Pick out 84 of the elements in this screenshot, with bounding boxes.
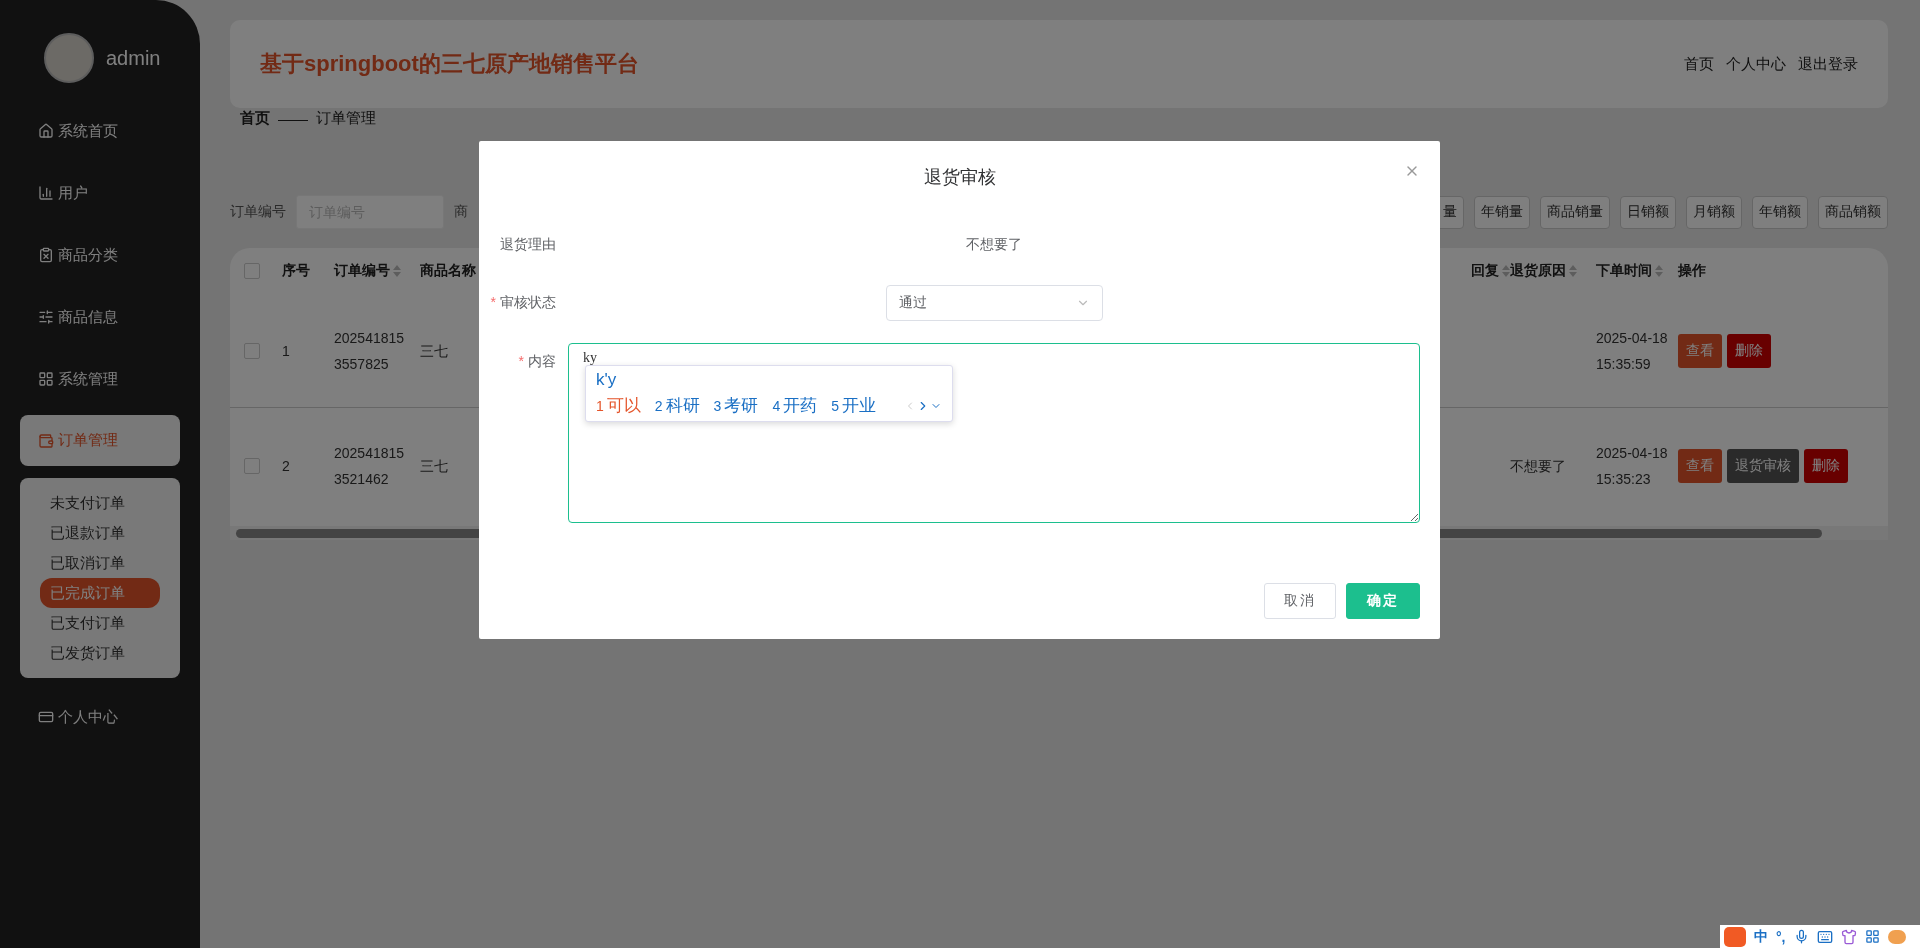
- sort-icon[interactable]: [1655, 265, 1663, 277]
- stats-button[interactable]: 商品销量: [1540, 195, 1610, 229]
- action-button[interactable]: 查看: [1678, 333, 1722, 368]
- table-cell-text: 2: [282, 457, 291, 476]
- breadcrumb-home[interactable]: 首页: [240, 108, 270, 128]
- action-button[interactable]: 删除: [1727, 333, 1771, 368]
- submenu-item[interactable]: 已发货订单: [40, 638, 160, 668]
- column-header[interactable]: 操作: [1678, 262, 1888, 280]
- sidebar-item[interactable]: 系统首页: [0, 100, 200, 162]
- home-icon: [38, 123, 54, 139]
- user-name: admin: [106, 46, 161, 70]
- field-label: 订单编号: [230, 203, 286, 221]
- ime-candidate[interactable]: 4 开药: [772, 394, 818, 417]
- column-header[interactable]: 下单时间: [1596, 262, 1678, 280]
- sidebar-item[interactable]: 系统管理: [0, 348, 200, 410]
- action-button[interactable]: 查看: [1678, 449, 1722, 483]
- stats-button[interactable]: 商品销额: [1818, 195, 1888, 229]
- stats-button[interactable]: 日销额: [1620, 195, 1676, 229]
- table-cell-text: 三七: [420, 457, 449, 476]
- stats-button[interactable]: 年销量: [1474, 195, 1530, 229]
- ime-candidate[interactable]: 5 开业: [831, 394, 876, 417]
- stats-button[interactable]: 年销额: [1752, 195, 1808, 229]
- punctuation-toggle[interactable]: °,: [1776, 928, 1786, 945]
- action-button[interactable]: 退货审核: [1727, 449, 1799, 483]
- table-cell-text: 不想要了: [1510, 457, 1567, 476]
- ime-candidate[interactable]: 1 可以: [596, 394, 641, 417]
- ime-candidate[interactable]: 3 考研: [713, 394, 759, 417]
- sidebar-item[interactable]: 商品分类: [0, 224, 200, 286]
- table-cell-text: 1: [282, 341, 291, 361]
- stats-button[interactable]: 月销额: [1686, 195, 1742, 229]
- ime-composition: k'y: [596, 370, 618, 391]
- sort-icon[interactable]: [1502, 265, 1510, 277]
- status-select[interactable]: 通过: [885, 285, 1103, 321]
- column-header[interactable]: 序号: [282, 262, 334, 280]
- column-header[interactable]: 回复: [1420, 262, 1510, 280]
- checkbox[interactable]: [244, 342, 260, 359]
- form-label: * 审核状态: [489, 294, 557, 312]
- form-value: 不想要了: [966, 236, 1022, 254]
- cancel-button[interactable]: 取消: [1264, 583, 1336, 619]
- chart-icon: [38, 185, 54, 201]
- table-cell-text: 2025-04-18 15:35:59: [1596, 328, 1669, 374]
- sort-icon[interactable]: [393, 265, 401, 277]
- wallet-icon: [38, 432, 54, 449]
- microphone-icon[interactable]: [1793, 929, 1809, 944]
- keyboard-icon[interactable]: [1816, 928, 1833, 945]
- submenu-item[interactable]: 已支付订单: [40, 608, 160, 638]
- shirt-icon[interactable]: [1840, 928, 1857, 945]
- table-cell-text: 2025-04-18 15:35:23: [1596, 444, 1669, 489]
- submenu-item[interactable]: 已取消订单: [40, 548, 160, 578]
- site-title: 基于springboot的三七原产地销售平台: [260, 50, 639, 78]
- header-link[interactable]: 个人中心: [1726, 54, 1786, 74]
- dialog-title: 退货审核: [923, 166, 996, 189]
- form-label: 退货理由: [499, 236, 557, 254]
- field-label: 商: [454, 203, 468, 221]
- action-button[interactable]: 删除: [1804, 449, 1848, 483]
- form-label: * 内容: [517, 353, 557, 371]
- sliders-icon: [38, 309, 54, 325]
- sidebar-item[interactable]: 商品信息: [0, 286, 200, 348]
- ime-candidate[interactable]: 2 科研: [654, 394, 700, 417]
- breadcrumb-current: 订单管理: [316, 108, 376, 128]
- checkbox[interactable]: [244, 263, 260, 279]
- clipboard-icon: [38, 247, 54, 263]
- grid-icon[interactable]: [1864, 929, 1880, 944]
- header-link[interactable]: 退出登录: [1798, 54, 1858, 74]
- sidebar-item[interactable]: 用户: [0, 162, 200, 224]
- avatar: [44, 33, 94, 83]
- checkbox[interactable]: [244, 458, 260, 474]
- table-cell-text: 三七: [420, 341, 449, 361]
- header-link[interactable]: 首页: [1684, 54, 1714, 74]
- table-cell-text: 2025418153521462: [334, 444, 406, 489]
- breadcrumb-separator: ——: [278, 109, 308, 127]
- ime-mode[interactable]: 中: [1754, 927, 1768, 946]
- sidebar-item[interactable]: 个人中心: [0, 686, 200, 748]
- table-cell-text: 2025418153557825: [334, 328, 406, 374]
- card-icon: [38, 709, 54, 725]
- submenu-item[interactable]: 已退款订单: [40, 518, 160, 548]
- sidebar-item[interactable]: 订单管理: [20, 415, 180, 466]
- submenu-item[interactable]: 未支付订单: [40, 488, 160, 518]
- ime-logo[interactable]: [1724, 926, 1746, 947]
- column-header[interactable]: 退货原因: [1510, 262, 1596, 280]
- grid-icon: [38, 371, 54, 387]
- column-header[interactable]: 订单编号: [334, 262, 420, 280]
- submenu-item[interactable]: 已完成订单: [40, 578, 160, 608]
- sort-icon[interactable]: [1569, 265, 1577, 277]
